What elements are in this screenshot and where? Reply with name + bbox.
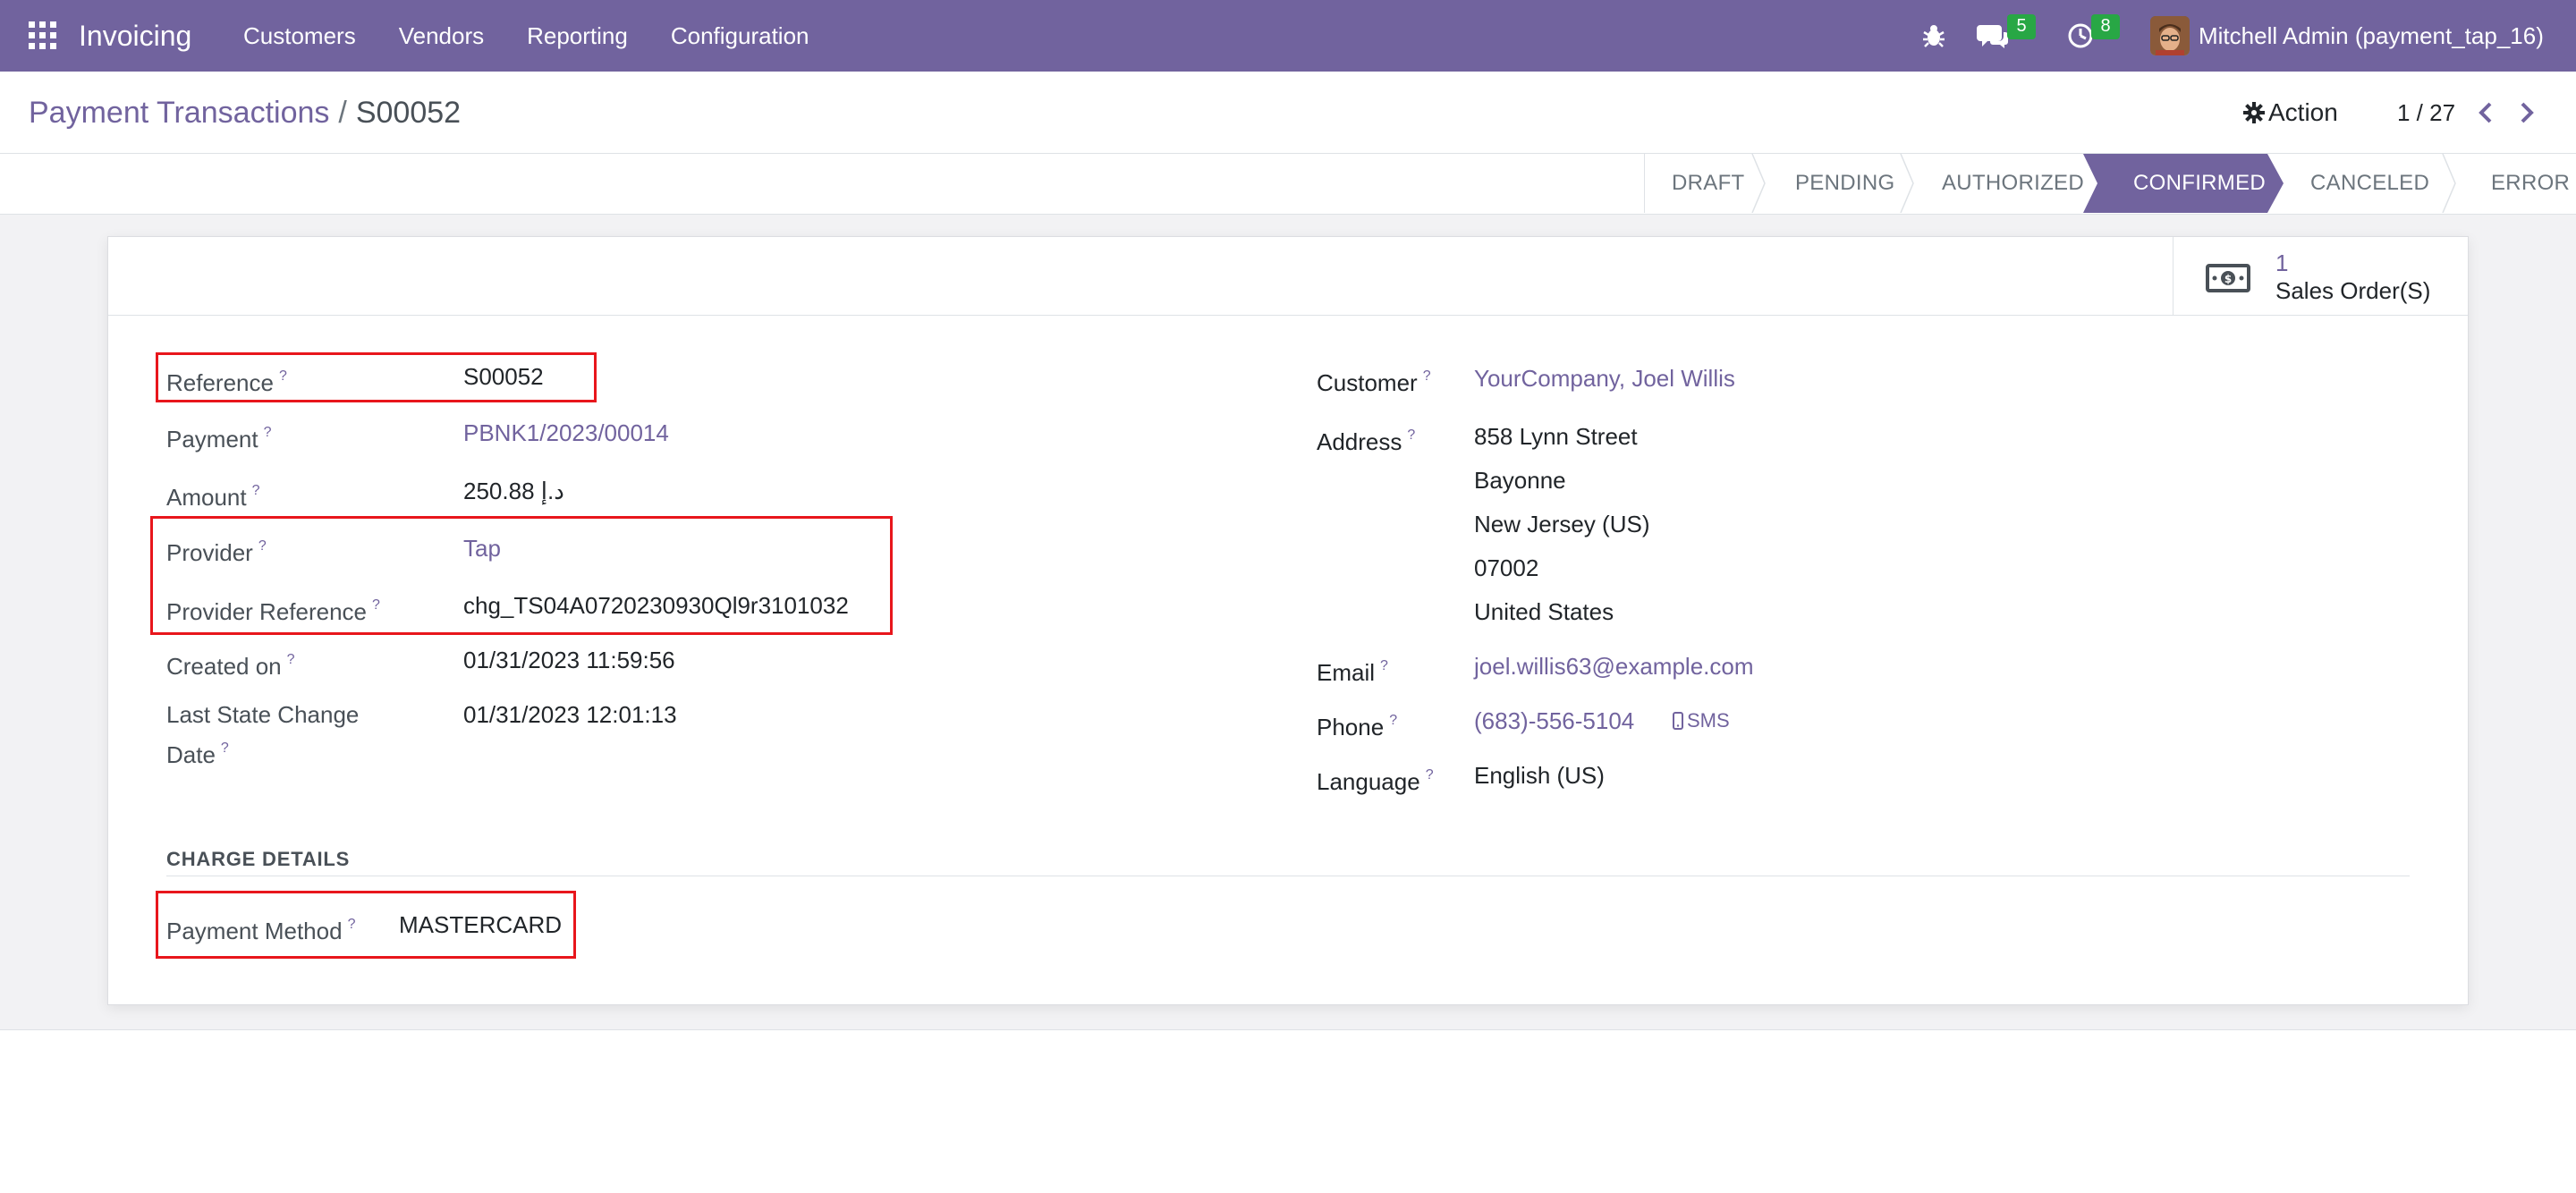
- menu-reporting[interactable]: Reporting: [527, 16, 628, 55]
- payment-label: Payment?: [166, 417, 272, 455]
- sales-orders-smart-button[interactable]: $ 1 Sales Order(S): [2173, 237, 2468, 316]
- help-tooltip-icon[interactable]: ?: [287, 652, 295, 667]
- smart-button-label: Sales Order(S): [2275, 277, 2431, 304]
- control-panel: Payment Transactions / S00052 Action 1 / 2…: [0, 72, 2576, 154]
- user-menu[interactable]: Mitchell Admin (payment_tap_16): [2199, 16, 2544, 55]
- amount-label: Amount?: [166, 475, 260, 513]
- chevron-left-icon[interactable]: [2472, 97, 2499, 129]
- created-on-value[interactable]: 01/31/2023 11:59:56: [463, 644, 675, 676]
- stage-label: CONFIRMED: [2133, 171, 2267, 195]
- bug-icon[interactable]: [1921, 21, 1946, 53]
- stage-label: DRAFT: [1672, 171, 1745, 195]
- email-label-text: Email: [1317, 659, 1376, 686]
- avatar[interactable]: [2150, 16, 2190, 55]
- stage-label: AUTHORIZED: [1942, 171, 2084, 195]
- customer-label-text: Customer: [1317, 369, 1418, 396]
- customer-link[interactable]: YourCompany, Joel Willis: [1474, 362, 1735, 394]
- amount-value[interactable]: 250.88 د.إ: [463, 475, 564, 507]
- highlight-box-provider: [150, 516, 893, 635]
- help-tooltip-icon[interactable]: ?: [1389, 713, 1397, 728]
- address-label-text: Address: [1317, 428, 1402, 455]
- breadcrumb-separator: /: [338, 96, 347, 130]
- svg-text:$: $: [2224, 273, 2232, 285]
- gear-icon: [2243, 102, 2265, 123]
- help-tooltip-icon[interactable]: ?: [221, 740, 229, 756]
- address-country[interactable]: United States: [1474, 596, 1614, 628]
- stage-error[interactable]: ERROR: [2459, 154, 2576, 213]
- stage-label: ERROR: [2491, 171, 2571, 195]
- app-brand[interactable]: Invoicing: [79, 16, 191, 55]
- created-on-label: Created on?: [166, 644, 295, 682]
- button-box: $ 1 Sales Order(S): [108, 237, 2468, 316]
- help-tooltip-icon[interactable]: ?: [1423, 368, 1431, 384]
- chevron-right-icon[interactable]: [2513, 97, 2540, 129]
- email-label: Email?: [1317, 650, 1388, 689]
- highlight-box-reference: [156, 352, 597, 402]
- phone-link[interactable]: (683)-556-5104: [1474, 705, 1634, 737]
- last-state-change-label: Last State Change: [166, 698, 359, 731]
- stage-pending[interactable]: PENDING: [1761, 154, 1914, 213]
- help-tooltip-icon[interactable]: ?: [1426, 767, 1434, 783]
- action-label: Action: [2268, 98, 2338, 126]
- stage-canceled[interactable]: CANCELED: [2284, 154, 2459, 213]
- address-zip[interactable]: 07002: [1474, 552, 1538, 584]
- breadcrumb-parent[interactable]: Payment Transactions: [29, 96, 329, 130]
- last-state-change-label-line2: Date?: [166, 732, 229, 771]
- breadcrumb: Payment Transactions / S00052: [29, 93, 461, 132]
- last-state-change-label-line1: Last State Change: [166, 701, 360, 728]
- stage-authorized[interactable]: AUTHORIZED: [1910, 154, 2096, 213]
- payment-link[interactable]: PBNK1/2023/00014: [463, 417, 669, 449]
- language-label: Language?: [1317, 759, 1434, 798]
- phone-label: Phone?: [1317, 705, 1397, 743]
- stage-label: CANCELED: [2310, 171, 2430, 195]
- charge-details-title: CHARGE DETAILS: [166, 848, 351, 870]
- email-link[interactable]: joel.willis63@example.com: [1474, 650, 1754, 682]
- address-state[interactable]: New Jersey (US): [1474, 508, 1649, 540]
- payment-label-text: Payment: [166, 426, 258, 453]
- action-button[interactable]: Action: [2243, 95, 2338, 131]
- top-navbar: Invoicing Customers Vendors Reporting Co…: [0, 0, 2576, 72]
- language-label-text: Language: [1317, 768, 1420, 795]
- stage-draft[interactable]: DRAFT: [1645, 154, 1766, 213]
- menu-customers[interactable]: Customers: [243, 16, 356, 55]
- language-value[interactable]: English (US): [1474, 759, 1605, 791]
- address-street[interactable]: 858 Lynn Street: [1474, 420, 1638, 453]
- address-city[interactable]: Bayonne: [1474, 464, 1566, 496]
- mobile-icon: [1673, 712, 1683, 730]
- stage-label: PENDING: [1795, 171, 1895, 195]
- created-on-label-text: Created on: [166, 653, 282, 680]
- last-state-change-label-text: Date: [166, 741, 216, 768]
- customer-label: Customer?: [1317, 360, 1431, 399]
- pager-value[interactable]: 1 / 27: [2397, 95, 2455, 131]
- menu-configuration[interactable]: Configuration: [671, 16, 809, 55]
- help-tooltip-icon[interactable]: ?: [1407, 427, 1415, 443]
- menu-vendors[interactable]: Vendors: [399, 16, 484, 55]
- chat-icon[interactable]: [1977, 21, 2009, 55]
- sms-button[interactable]: SMS: [1673, 707, 1730, 734]
- breadcrumb-current: S00052: [355, 96, 462, 130]
- last-state-change-value[interactable]: 01/31/2023 12:01:13: [463, 698, 677, 731]
- help-tooltip-icon[interactable]: ?: [1380, 658, 1388, 673]
- sms-label: SMS: [1687, 709, 1730, 732]
- help-tooltip-icon[interactable]: ?: [252, 483, 260, 498]
- apps-grid-icon[interactable]: [29, 21, 57, 50]
- stage-confirmed[interactable]: CONFIRMED: [2083, 154, 2284, 213]
- money-icon: $: [2206, 264, 2250, 292]
- main-menu: Customers Vendors Reporting Configuratio…: [243, 16, 852, 55]
- messages-count-badge: 5: [2007, 14, 2036, 39]
- statusbar: DRAFT PENDING AUTHORIZED CONFIRMED CANCE…: [1644, 154, 2576, 213]
- address-label: Address?: [1317, 419, 1415, 458]
- smart-button-count: 1: [2275, 250, 2289, 276]
- highlight-box-payment-method: [156, 891, 576, 959]
- amount-label-text: Amount: [166, 484, 247, 511]
- statusbar-container: DRAFT PENDING AUTHORIZED CONFIRMED CANCE…: [0, 154, 2576, 215]
- phone-label-text: Phone: [1317, 714, 1385, 740]
- help-tooltip-icon[interactable]: ?: [264, 425, 272, 440]
- activities-count-badge: 8: [2091, 14, 2120, 39]
